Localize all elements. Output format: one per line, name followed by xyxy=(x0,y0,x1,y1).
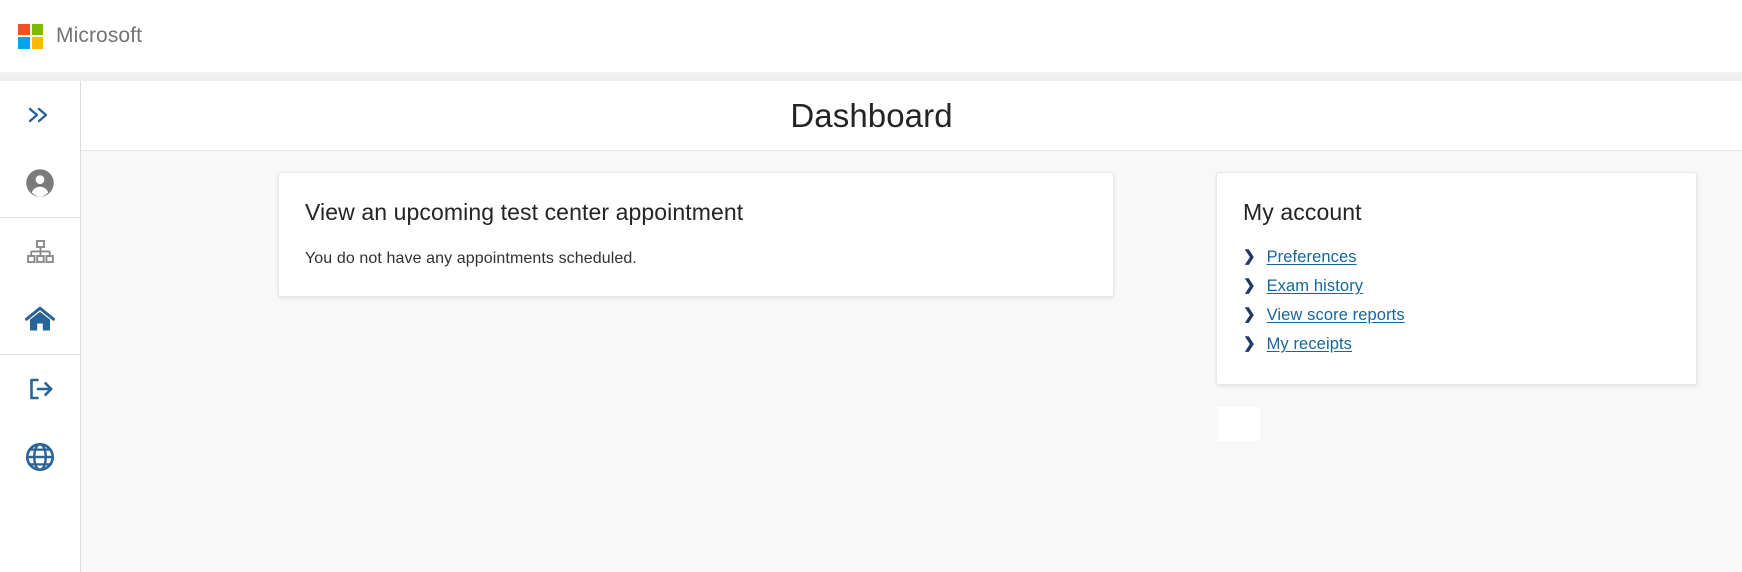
appointment-card: View an upcoming test center appointment… xyxy=(278,172,1114,297)
chevron-right-icon: ❯ xyxy=(1243,277,1256,294)
list-item[interactable]: ❯ View score reports xyxy=(1243,306,1670,325)
header-divider-band xyxy=(0,72,1742,81)
appointment-card-title: View an upcoming test center appointment xyxy=(305,199,744,225)
sidebar-item-my-account[interactable] xyxy=(0,149,80,217)
microsoft-wordmark: Microsoft xyxy=(56,24,143,47)
sidebar-item-expand-navigation[interactable] xyxy=(0,81,80,149)
my-account-card: My account ❯ Preferences ❯ Exam history … xyxy=(1216,172,1697,385)
list-item[interactable]: ❯ Preferences xyxy=(1243,248,1670,267)
person-circle-icon xyxy=(25,168,55,198)
globe-icon xyxy=(25,442,55,472)
microsoft-logo-link[interactable]: Microsoft xyxy=(18,23,143,49)
app-body: Dashboard View an upcoming test center a… xyxy=(0,81,1742,572)
chevron-right-icon: ❯ xyxy=(1243,248,1256,265)
sidebar-item-dashboard-home[interactable] xyxy=(0,286,80,354)
account-link-exam-history[interactable]: Exam history xyxy=(1267,277,1364,296)
sidebar-item-organization[interactable] xyxy=(0,218,80,286)
org-chart-icon xyxy=(25,239,55,265)
account-column: My account ❯ Preferences ❯ Exam history … xyxy=(1216,172,1697,441)
sign-out-icon xyxy=(25,376,55,402)
account-link-preferences[interactable]: Preferences xyxy=(1267,248,1357,267)
content-area: View an upcoming test center appointment… xyxy=(81,151,1742,572)
my-account-link-list: ❯ Preferences ❯ Exam history ❯ View scor… xyxy=(1243,248,1670,354)
appointment-card-body: You do not have any appointments schedul… xyxy=(305,250,637,267)
account-link-my-receipts[interactable]: My receipts xyxy=(1267,335,1352,354)
sidebar-item-sign-out[interactable] xyxy=(0,355,80,423)
main-column: Dashboard View an upcoming test center a… xyxy=(81,81,1742,572)
page-title: Dashboard xyxy=(790,96,953,134)
page-title-band: Dashboard xyxy=(81,81,1742,151)
placeholder-box xyxy=(1218,407,1260,441)
list-item[interactable]: ❯ Exam history xyxy=(1243,277,1670,296)
chevron-right-icon: ❯ xyxy=(1243,335,1256,352)
sidebar-item-language[interactable] xyxy=(0,423,80,491)
home-icon xyxy=(24,306,56,334)
list-item[interactable]: ❯ My receipts xyxy=(1243,335,1670,354)
sidebar-nav xyxy=(0,81,81,572)
account-link-view-score-reports[interactable]: View score reports xyxy=(1267,306,1405,325)
microsoft-squares-icon xyxy=(18,23,43,49)
microsoft-brand-header: Microsoft xyxy=(0,0,1742,72)
chevron-right-icon: ❯ xyxy=(1243,306,1256,323)
my-account-card-title: My account xyxy=(1243,199,1362,225)
double-chevron-right-icon xyxy=(27,105,53,125)
